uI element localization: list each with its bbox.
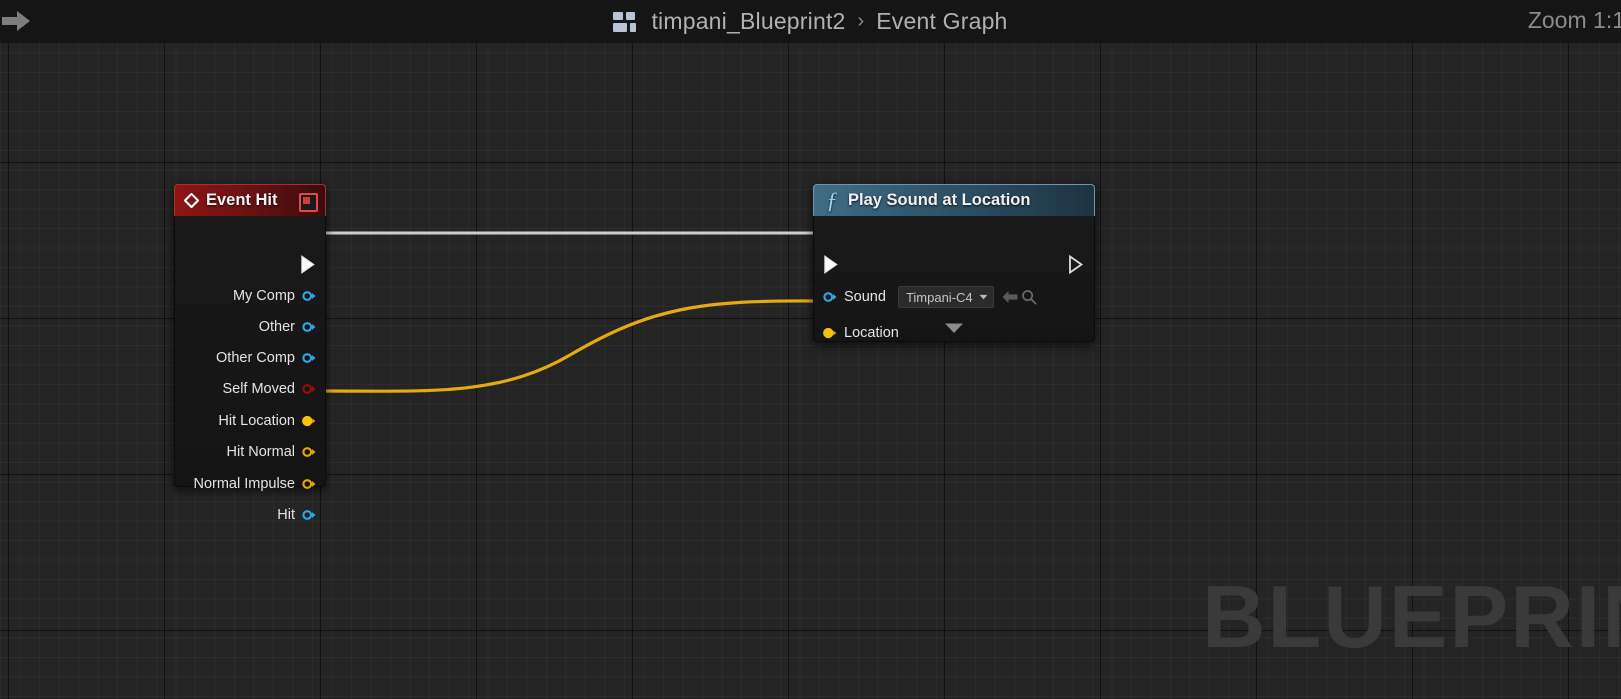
pin-hit-location[interactable]: [302, 414, 316, 428]
pin-my-comp[interactable]: [302, 289, 316, 303]
node-play-sound-at-location[interactable]: ƒ Play Sound at Location Sound Timpani-C: [813, 184, 1095, 342]
pin-label-self-moved: Self Moved: [222, 381, 295, 397]
blueprint-editor: BLUEPRINT Event Hit My Comp: [0, 0, 1621, 699]
pin-label-hit-normal: Hit Normal: [226, 444, 295, 460]
chevron-down-icon: [979, 294, 987, 300]
pin-label-my-comp: My Comp: [232, 288, 295, 304]
pin-exec-out-play-sound[interactable]: [1068, 255, 1085, 274]
pin-label-other-comp: Other Comp: [216, 350, 295, 366]
node-event-hit-title: Event Hit: [206, 191, 278, 209]
function-f-icon: ƒ: [826, 187, 838, 213]
pin-sound[interactable]: [823, 290, 837, 304]
pin-label-hit-location: Hit Location: [218, 413, 295, 429]
triangle-down-icon: [945, 323, 963, 333]
node-play-sound-title: Play Sound at Location: [848, 191, 1031, 209]
breadcrumb-asset-name[interactable]: timpani_Blueprint2: [651, 8, 845, 35]
pin-self-moved[interactable]: [302, 382, 316, 396]
zoom-level-label: Zoom 1:1: [1527, 7, 1621, 33]
breadcrumb-separator-icon: ›: [857, 10, 865, 32]
pin-other[interactable]: [302, 320, 316, 334]
back-arrow-icon[interactable]: [2, 8, 32, 34]
pin-label-sound: Sound: [844, 289, 886, 305]
pin-row-sound[interactable]: Sound Timpani-C4: [814, 286, 1037, 308]
node-event-hit-header[interactable]: Event Hit: [174, 184, 326, 216]
pin-exec-out-event-hit[interactable]: [300, 255, 317, 274]
pin-row-hit[interactable]: Hit: [277, 504, 325, 526]
node-event-hit[interactable]: Event Hit My Comp Other Other Comp Self …: [174, 184, 326, 523]
pin-exec-in-play-sound[interactable]: [823, 255, 840, 274]
breakpoint-icon: [303, 197, 310, 204]
node-event-hit-body: My Comp Other Other Comp Self Moved Hit …: [174, 216, 326, 523]
pin-row-other-comp[interactable]: Other Comp: [216, 347, 325, 369]
pin-hit-normal[interactable]: [302, 445, 316, 459]
node-play-sound-header[interactable]: ƒ Play Sound at Location: [813, 184, 1095, 216]
node-play-sound-body: Sound Timpani-C4 Location: [813, 216, 1095, 342]
event-diamond-icon: [184, 193, 199, 208]
pin-row-normal-impulse[interactable]: Normal Impulse: [193, 473, 325, 495]
editor-top-bar: timpani_Blueprint2 › Event Graph Zoom 1:…: [0, 0, 1621, 43]
expand-advanced-pins-button[interactable]: [814, 320, 1094, 336]
breadcrumb: timpani_Blueprint2 › Event Graph: [0, 0, 1621, 43]
pin-label-hit: Hit: [277, 507, 295, 523]
pin-row-self-moved[interactable]: Self Moved: [222, 378, 325, 400]
breakpoint-toggle-button[interactable]: [299, 193, 318, 212]
sound-asset-dropdown[interactable]: Timpani-C4: [897, 286, 994, 308]
pin-other-comp[interactable]: [302, 351, 316, 365]
pin-normal-impulse[interactable]: [302, 477, 316, 491]
pin-label-normal-impulse: Normal Impulse: [193, 476, 295, 492]
pin-row-my-comp[interactable]: My Comp: [233, 285, 325, 307]
sound-asset-value: Timpani-C4: [905, 289, 973, 305]
pin-row-hit-normal[interactable]: Hit Normal: [227, 441, 325, 463]
pin-hit[interactable]: [302, 508, 316, 522]
pin-row-hit-location[interactable]: Hit Location: [218, 410, 325, 432]
blueprint-watermark: BLUEPRINT: [1202, 567, 1621, 666]
browse-asset-icon[interactable]: [1021, 289, 1037, 305]
breadcrumb-graph-name[interactable]: Event Graph: [876, 8, 1007, 35]
use-selected-asset-icon[interactable]: [1001, 289, 1019, 305]
pin-row-other[interactable]: Other: [259, 316, 325, 338]
blueprint-icon: [613, 11, 639, 32]
pin-label-other: Other: [258, 319, 295, 335]
